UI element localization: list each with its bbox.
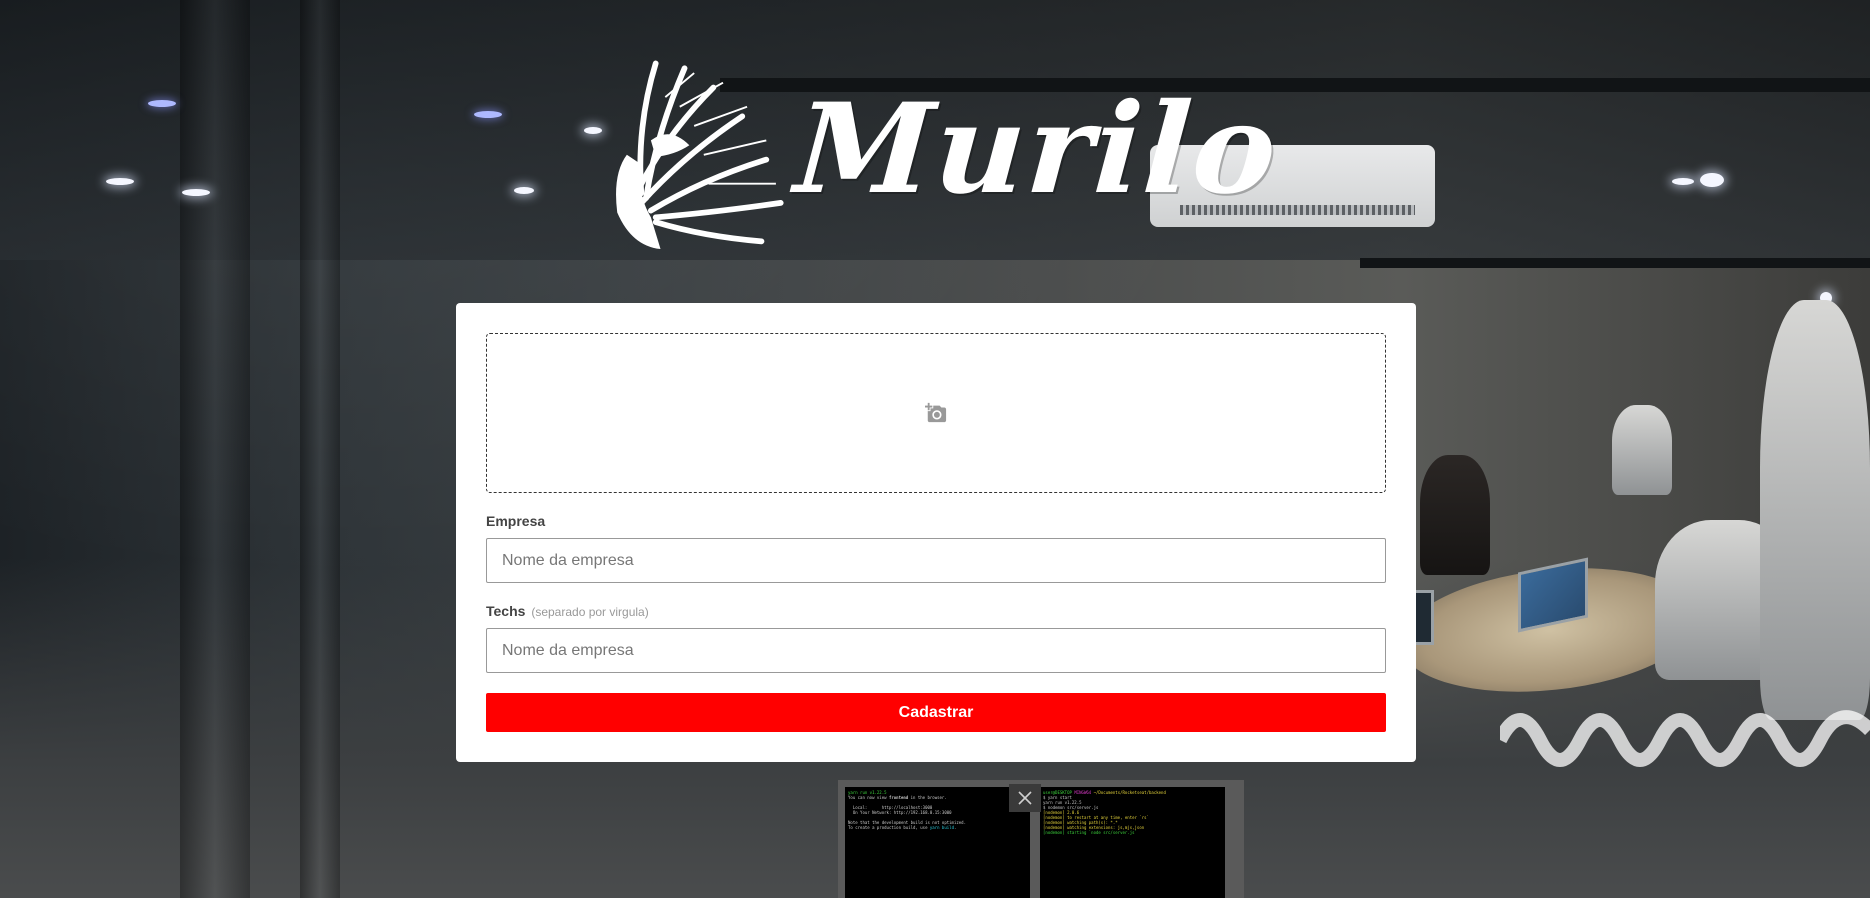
brand-wordmark: Murilo <box>791 77 1284 222</box>
close-preview-button[interactable] <box>1009 784 1041 812</box>
techs-label: Techs (separado por virgula) <box>486 603 649 619</box>
techs-hint: (separado por virgula) <box>531 605 649 619</box>
terminal-preview[interactable]: user@DESKTOP MINGW64 ~/Documents/Rockets… <box>1040 787 1225 898</box>
add-photo-icon <box>925 402 947 423</box>
terminal-preview[interactable]: yarn run v1.22.5 You can now view fronte… <box>845 787 1030 898</box>
native-headdress-icon <box>616 60 784 250</box>
submit-button[interactable]: Cadastrar <box>486 693 1386 732</box>
company-input[interactable] <box>486 538 1386 583</box>
new-spot-form: Empresa Techs (separado por virgula) Cad… <box>456 303 1416 762</box>
thumbnail-upload[interactable] <box>486 333 1386 493</box>
close-icon <box>1018 791 1032 805</box>
window-previews: yarn run v1.22.5 You can now view fronte… <box>838 780 1244 898</box>
brand-logo: Murilo <box>598 45 1283 255</box>
company-label: Empresa <box>486 513 546 529</box>
techs-input[interactable] <box>486 628 1386 673</box>
